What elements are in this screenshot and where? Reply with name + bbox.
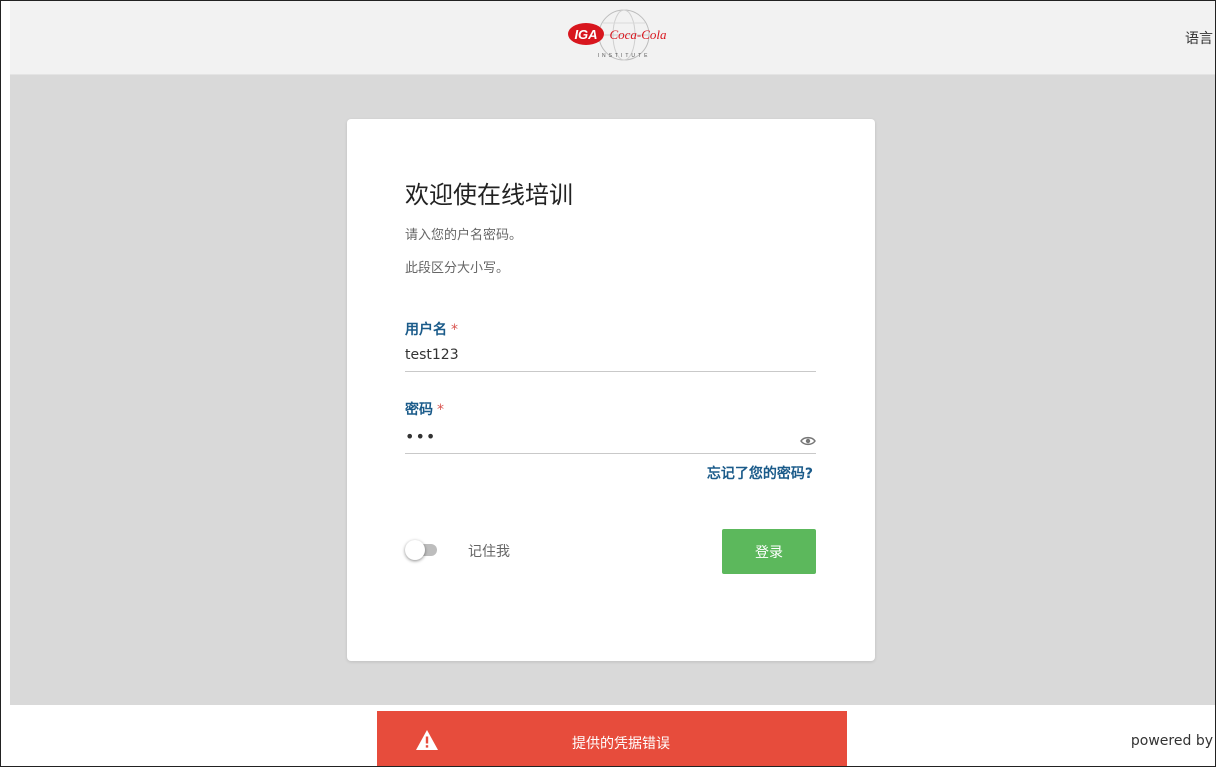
username-field[interactable]: test123 xyxy=(405,345,816,372)
language-selector[interactable]: 语言 xyxy=(1185,28,1213,48)
error-message: 提供的凭据错误 xyxy=(572,736,670,752)
site-logo[interactable]: IGA Coca-Cola INSTITUTE xyxy=(562,9,676,67)
logo-brand-2: Coca-Cola xyxy=(609,27,667,42)
login-card: 欢迎使在线培训 请入您的户名密码。 此段区分大小写。 用户名 * test123 … xyxy=(347,119,875,661)
password-label-text: 密码 xyxy=(405,402,433,418)
required-mark: * xyxy=(437,402,444,418)
page-frame: IGA Coca-Cola INSTITUTE 语言 欢迎使在线培训 请入您的户… xyxy=(0,0,1216,767)
main-area: 欢迎使在线培训 请入您的户名密码。 此段区分大小写。 用户名 * test123 … xyxy=(10,75,1215,705)
footer: 提供的凭据错误 powered by xyxy=(10,705,1215,766)
login-subtitle-1: 请入您的户名密码。 xyxy=(405,228,523,243)
password-field[interactable]: ••• xyxy=(405,427,816,454)
remember-me-toggle[interactable] xyxy=(405,540,439,560)
eye-icon[interactable] xyxy=(800,432,816,446)
powered-by: powered by xyxy=(1130,733,1213,749)
remember-me-label: 记住我 xyxy=(468,544,510,560)
error-notification: 提供的凭据错误 xyxy=(377,711,847,766)
toggle-knob xyxy=(405,540,425,560)
warning-icon xyxy=(415,729,439,751)
username-label: 用户名 * xyxy=(405,319,458,339)
forgot-password-link[interactable]: 忘记了您的密码? xyxy=(707,463,813,483)
password-label: 密码 * xyxy=(405,399,444,419)
password-value: ••• xyxy=(405,427,437,446)
header-bar: IGA Coca-Cola INSTITUTE 语言 xyxy=(10,1,1215,75)
required-mark: * xyxy=(451,322,458,338)
username-label-text: 用户名 xyxy=(405,322,447,338)
login-title: 欢迎使在线培训 xyxy=(405,181,573,209)
login-button[interactable]: 登录 xyxy=(722,529,816,574)
logo-sub: INSTITUTE xyxy=(598,53,651,59)
logo-brand-1: IGA xyxy=(574,27,597,42)
login-subtitle-2: 此段区分大小写。 xyxy=(405,261,510,276)
username-value: test123 xyxy=(405,347,459,363)
